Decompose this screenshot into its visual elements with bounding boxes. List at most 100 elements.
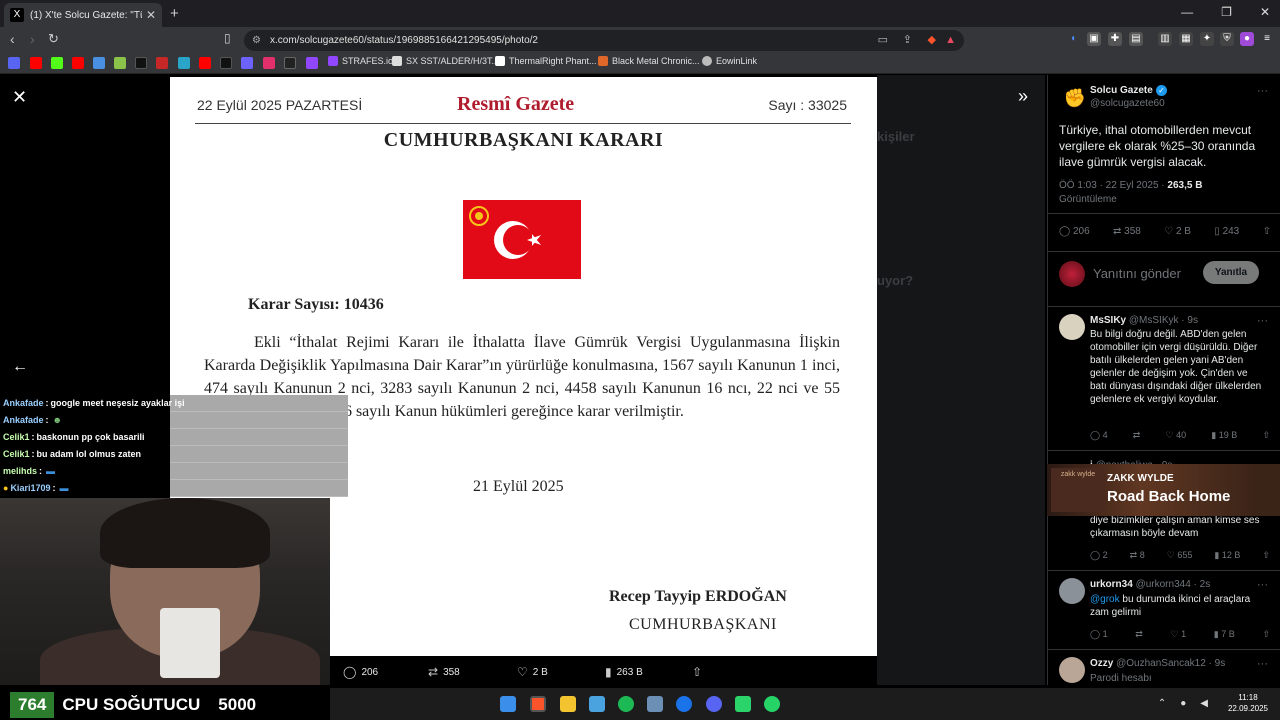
bookmark-x-icon[interactable] [220, 57, 232, 69]
bookmark-twitch-icon[interactable] [306, 57, 318, 69]
tray-chevron-icon[interactable]: ⌃ [1158, 698, 1166, 709]
reply-button[interactable]: ◯ 1 [1090, 629, 1108, 640]
bookmark-thermalright[interactable]: ThermalRight Phant... [495, 56, 597, 66]
close-photo-icon[interactable]: ✕ [12, 87, 27, 108]
views-button[interactable]: ▮ 12 B [1214, 550, 1240, 561]
taskbar-clock[interactable]: 11:18 22.09.2025 [1228, 692, 1268, 714]
author-handle[interactable]: @solcugazete60 [1090, 98, 1165, 109]
app-taskbar-icon[interactable] [735, 696, 751, 712]
leo-icon[interactable]: ✦ [1200, 32, 1214, 46]
bookmark-site-icon[interactable] [114, 57, 126, 69]
like-button[interactable]: ♡ 655 [1167, 550, 1193, 561]
share-icon[interactable]: ⇧ [1262, 430, 1270, 441]
repost-button[interactable]: ⇄ 358 [1113, 226, 1141, 237]
bookmark-sx-sst[interactable]: SX SST/ALDER/H/3T... [392, 56, 499, 66]
new-tab-button[interactable]: + [170, 5, 179, 22]
bookmark-tiktok-icon[interactable] [135, 57, 147, 69]
vpn-icon[interactable]: ⛨ [1220, 32, 1234, 46]
like-button[interactable]: ♡ 2 B [1164, 226, 1191, 237]
more-options-icon[interactable]: ··· [1257, 579, 1268, 591]
like-button[interactable]: ♡ 1 [1171, 629, 1187, 640]
brave-taskbar-icon[interactable] [530, 696, 546, 712]
bookmark-site-icon[interactable] [156, 57, 168, 69]
share-icon[interactable]: ⇪ [903, 30, 912, 51]
author-name[interactable]: Solcu Gazete [1090, 85, 1153, 96]
bookmark-site-icon[interactable] [284, 57, 296, 69]
tab-close-icon[interactable]: ✕ [146, 8, 156, 22]
maximize-icon[interactable]: ❐ [1221, 5, 1232, 19]
bookmark-strafes[interactable]: STRAFES.io [328, 56, 393, 66]
post-time[interactable]: ÖÖ 1:03 · 22 Eyl 2025 · [1059, 180, 1165, 191]
discord-taskbar-icon[interactable] [706, 696, 722, 712]
more-options-icon[interactable]: ··· [1257, 85, 1268, 97]
views-button[interactable]: ▮ 19 B [1211, 430, 1237, 441]
photos-taskbar-icon[interactable] [589, 696, 605, 712]
whatsapp-taskbar-icon[interactable] [764, 696, 780, 712]
brave-rewards-icon[interactable]: ▲ [945, 30, 956, 51]
start-icon[interactable] [500, 696, 516, 712]
app-taskbar-icon[interactable] [676, 696, 692, 712]
bookmark-discord-icon[interactable] [8, 57, 20, 69]
reply-avatar[interactable] [1059, 578, 1085, 604]
bookmark-instagram-icon[interactable] [263, 57, 275, 69]
minimize-icon[interactable]: — [1181, 5, 1193, 19]
profile-icon[interactable]: ● [1240, 32, 1254, 46]
sidebar-icon[interactable]: ▥ [1158, 32, 1172, 46]
views-button[interactable]: ▮ 263 B [605, 665, 643, 679]
reply-submit-button[interactable]: Yanıtla [1203, 261, 1259, 284]
bookmark-site-icon[interactable] [93, 57, 105, 69]
bookmark-site-icon[interactable] [178, 57, 190, 69]
audio-icon[interactable]: ◖ [1066, 32, 1080, 46]
bookmark-black-metal[interactable]: Black Metal Chronic... [598, 56, 700, 66]
like-button[interactable]: ♡ 40 [1166, 430, 1187, 441]
address-bar[interactable]: ⚙ x.com/solcugazete60/status/19698851664… [244, 30, 964, 51]
user-avatar[interactable] [1059, 261, 1085, 287]
bookmark-button[interactable]: ▯ 243 [1214, 226, 1239, 237]
share-button[interactable]: ⇧ [692, 665, 702, 679]
extension-screenshot-icon[interactable]: ▣ [1087, 32, 1101, 46]
speaker-icon[interactable]: ◀ [1200, 698, 1208, 709]
back-icon[interactable]: ‹ [10, 31, 15, 47]
spotify-taskbar-icon[interactable] [618, 696, 634, 712]
more-options-icon[interactable]: ··· [1257, 315, 1268, 327]
reply-avatar[interactable] [1059, 314, 1085, 340]
reload-icon[interactable]: ↻ [48, 31, 59, 47]
repost-button[interactable]: ⇄ [1133, 430, 1141, 441]
reply-input[interactable]: Yanıtını gönder [1093, 266, 1181, 281]
bookmark-youtube-icon[interactable] [72, 57, 84, 69]
repost-button[interactable]: ⇄ [1135, 629, 1143, 640]
more-options-icon[interactable]: ··· [1257, 658, 1268, 670]
repost-button[interactable]: ⇄ 8 [1130, 550, 1145, 561]
reply-button[interactable]: ◯ 2 [1090, 550, 1108, 561]
previous-photo-icon[interactable]: ← [12, 358, 28, 376]
bookmark-youtube-icon[interactable] [30, 57, 42, 69]
forward-icon[interactable]: › [30, 31, 35, 47]
views-button[interactable]: ▮ 7 B [1214, 629, 1235, 640]
site-info-icon[interactable]: ⚙ [252, 30, 261, 51]
author-avatar[interactable]: ✊ [1062, 85, 1088, 111]
reply-button[interactable]: ◯ 4 [1090, 430, 1108, 441]
extension-tool-icon[interactable]: ▤ [1129, 32, 1143, 46]
mention-link[interactable]: @grok [1090, 594, 1120, 605]
bookmark-site-icon[interactable] [241, 57, 253, 69]
like-button[interactable]: ♡ 2 B [517, 665, 548, 679]
share-icon[interactable]: ⇧ [1262, 629, 1270, 640]
window-close-icon[interactable]: ✕ [1260, 5, 1270, 19]
extension-icon[interactable]: ✚ [1108, 32, 1122, 46]
bookmark-kick-icon[interactable] [51, 57, 63, 69]
reply-button[interactable]: ◯ 206 [343, 665, 378, 679]
app-taskbar-icon[interactable] [647, 696, 663, 712]
cast-icon[interactable]: ▭ [878, 30, 888, 51]
repost-button[interactable]: ⇄ 358 [428, 665, 460, 679]
reply-avatar[interactable] [1059, 657, 1085, 683]
bookmark-eowinlink[interactable]: EowinLink [702, 56, 757, 66]
brave-shield-icon[interactable]: ◆ [928, 30, 936, 51]
bookmark-page-icon[interactable]: ▯ [224, 31, 231, 45]
share-icon[interactable]: ⇧ [1262, 550, 1270, 561]
wallet-icon[interactable]: ▦ [1179, 32, 1193, 46]
reply-button[interactable]: ◯ 206 [1059, 226, 1090, 237]
share-icon[interactable]: ⇧ [1263, 226, 1271, 237]
menu-icon[interactable]: ≡ [1260, 32, 1274, 46]
explorer-taskbar-icon[interactable] [560, 696, 576, 712]
microphone-icon[interactable]: ● [1180, 698, 1186, 709]
